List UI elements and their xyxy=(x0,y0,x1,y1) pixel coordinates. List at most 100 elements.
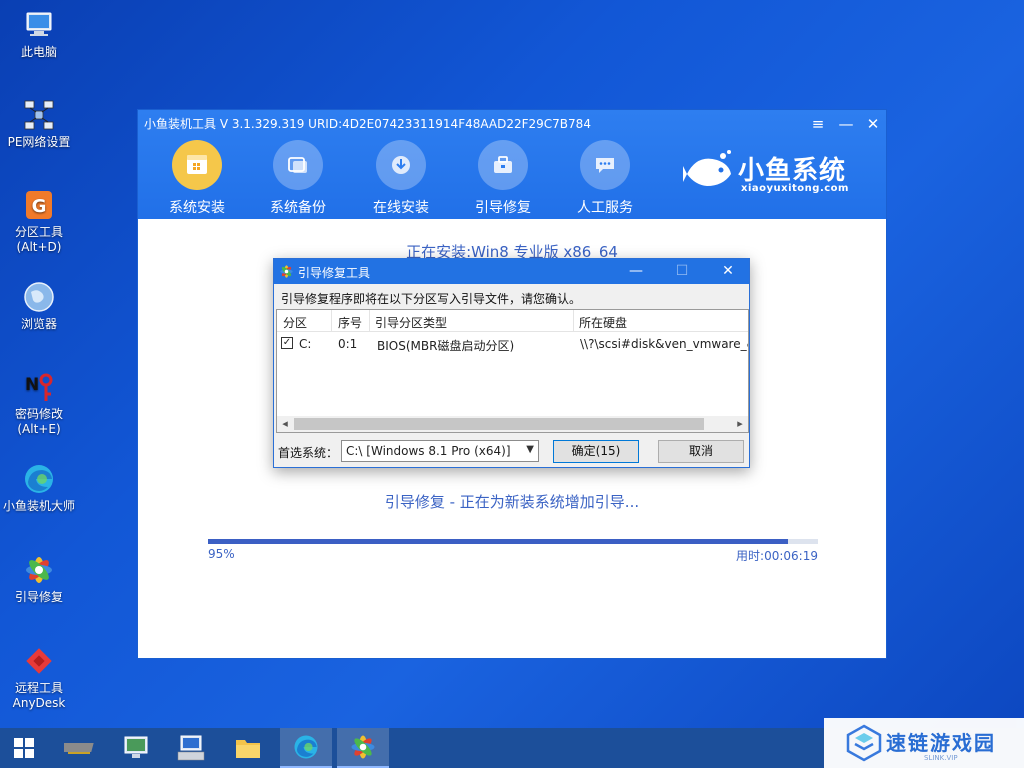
nav-human-service[interactable]: 人工服务 xyxy=(555,140,655,217)
desktop-icon-password[interactable]: N 密码修改 (Alt+E) xyxy=(0,370,78,437)
folder-icon xyxy=(236,740,260,758)
watermark: 速链游戏园 SLINK.VIP xyxy=(824,718,1024,768)
confirm-button[interactable]: 确定(15) xyxy=(553,440,639,463)
minimize-button[interactable]: — xyxy=(834,113,858,135)
cancel-button[interactable]: 取消 xyxy=(658,440,744,463)
nav-label: 在线安装 xyxy=(373,200,429,216)
column-header-type[interactable]: 引导分区类型 xyxy=(375,314,447,331)
nav-boot-repair[interactable]: 引导修复 xyxy=(453,140,553,217)
select-value: C:\ [Windows 8.1 Pro (x64)] xyxy=(346,444,511,458)
svg-text:G: G xyxy=(32,196,47,217)
svg-text:N: N xyxy=(25,375,39,395)
nav-label: 系统备份 xyxy=(270,200,326,216)
column-header-index[interactable]: 序号 xyxy=(338,314,362,331)
scrollbar-thumb[interactable] xyxy=(294,418,704,430)
taskbar-item-memory[interactable] xyxy=(54,728,106,768)
elapsed-time: 用时:00:06:19 xyxy=(736,549,818,563)
scroll-left-icon[interactable]: ◂ xyxy=(277,416,293,432)
fish-logo-icon xyxy=(683,150,731,186)
cell-type: BIOS(MBR磁盘启动分区) xyxy=(377,339,515,353)
watermark-logo-icon xyxy=(846,724,882,762)
toolbox-icon xyxy=(478,140,528,190)
window-title: 小鱼装机工具 V 3.1.329.319 URID:4D2E0742331191… xyxy=(144,117,591,131)
anydesk-icon xyxy=(26,648,52,674)
nav-label: 引导修复 xyxy=(475,200,531,216)
edge-icon xyxy=(25,465,53,493)
boot-repair-icon xyxy=(280,265,293,278)
taskbar-item-edge[interactable] xyxy=(280,728,332,768)
taskbar-item-explorer[interactable] xyxy=(222,728,274,768)
windows-icon xyxy=(14,738,34,758)
brand-subtitle: xiaoyuxitong.com xyxy=(741,183,849,194)
nav-label: 系统安装 xyxy=(169,200,225,216)
boot-repair-icon xyxy=(351,735,375,759)
dialog-message: 引导修复程序即将在以下分区写入引导文件，请您确认。 xyxy=(281,292,582,306)
edge-icon xyxy=(294,735,318,759)
desktop-icon-sublabel: (Alt+D) xyxy=(16,240,62,254)
desktop-icon-label: 密码修改 xyxy=(14,407,63,421)
network-icon xyxy=(24,100,54,130)
desktop-icon-browser[interactable]: 浏览器 xyxy=(0,280,78,332)
desktop-icon-label: 远程工具 xyxy=(14,681,63,695)
desktop-icon-xiaoyu-master[interactable]: 小鱼装机大师 xyxy=(0,462,78,514)
progress-bar xyxy=(208,539,818,544)
partition-list[interactable]: 分区 序号 引导分区类型 所在硬盘 ✓ C: 0:1 BIOS(MBR磁盘启动分… xyxy=(276,309,749,433)
nav-online-install[interactable]: 在线安装 xyxy=(351,140,451,217)
dialog-titlebar: 引导修复工具 — ☐ ✕ xyxy=(274,259,749,284)
watermark-text: 速链游戏园 xyxy=(886,731,996,755)
table-row[interactable]: ✓ C: 0:1 BIOS(MBR磁盘启动分区) \\?\scsi#disk&v… xyxy=(277,334,748,354)
taskbar-item-keyboard[interactable] xyxy=(165,728,217,768)
desktop-icon-boot-repair[interactable]: 引导修复 xyxy=(0,553,78,605)
scroll-right-icon[interactable]: ▸ xyxy=(732,416,748,432)
column-header-disk[interactable]: 所在硬盘 xyxy=(579,314,627,331)
brand-title: 小鱼系统 xyxy=(738,156,847,186)
dialog-minimize-button[interactable]: — xyxy=(613,259,659,284)
browser-icon xyxy=(24,282,54,312)
nav-system-backup[interactable]: 系统备份 xyxy=(248,140,348,217)
dialog-maximize-button[interactable]: ☐ xyxy=(659,259,705,284)
progress-percent: 95% xyxy=(208,547,235,561)
cell-partition: C: xyxy=(299,337,312,351)
password-icon: N xyxy=(25,373,53,401)
column-header-partition[interactable]: 分区 xyxy=(283,314,307,331)
list-header: 分区 序号 引导分区类型 所在硬盘 xyxy=(277,310,748,332)
taskbar-item-computer[interactable] xyxy=(110,728,162,768)
preferred-system-label: 首选系统： xyxy=(278,446,339,460)
installer-header: 小鱼装机工具 V 3.1.329.319 URID:4D2E0742331191… xyxy=(138,110,886,219)
horizontal-scrollbar[interactable]: ◂ ▸ xyxy=(277,416,748,432)
computer-icon xyxy=(26,12,52,36)
keyboard-monitor-icon xyxy=(177,735,205,761)
nav-label: 人工服务 xyxy=(577,200,633,216)
backup-icon xyxy=(273,140,323,190)
download-icon xyxy=(376,140,426,190)
desktop-icon-partition-tool[interactable]: G 分区工具 (Alt+D) xyxy=(0,188,78,255)
preferred-system-select[interactable]: C:\ [Windows 8.1 Pro (x64)] ▼ xyxy=(341,440,539,462)
desktop-icon-sublabel: AnyDesk xyxy=(12,696,66,710)
desktop-icon-label: 此电脑 xyxy=(20,45,57,59)
dialog-title: 引导修复工具 xyxy=(298,266,371,280)
chat-icon xyxy=(580,140,630,190)
taskbar-item-boot-repair[interactable] xyxy=(337,728,389,768)
boot-repair-dialog: 引导修复工具 — ☐ ✕ 引导修复程序即将在以下分区写入引导文件，请您确认。 分… xyxy=(273,258,750,468)
desktop-icon-label: 小鱼装机大师 xyxy=(2,499,75,513)
desktop-icon-label: 浏览器 xyxy=(20,317,57,331)
nav-system-install[interactable]: 系统安装 xyxy=(147,140,247,217)
partition-icon: G xyxy=(26,191,52,219)
memory-chip-icon xyxy=(64,743,94,754)
desktop-icon-anydesk[interactable]: 远程工具 AnyDesk xyxy=(0,644,78,711)
start-button[interactable] xyxy=(0,728,48,768)
menu-button[interactable]: ≡ xyxy=(806,113,830,135)
partition-checkbox[interactable]: ✓ xyxy=(281,337,293,349)
desktop-icon-label: 引导修复 xyxy=(14,590,63,604)
monitor-icon xyxy=(124,736,148,758)
cell-disk: \\?\scsi#disk&ven_vmware_& xyxy=(580,337,748,351)
close-button[interactable]: ✕ xyxy=(861,113,885,135)
install-icon xyxy=(172,140,222,190)
desktop-icon-pe-network[interactable]: PE网络设置 xyxy=(0,98,78,150)
cell-index: 0:1 xyxy=(338,337,358,351)
boot-repair-icon xyxy=(26,557,52,583)
dialog-close-button[interactable]: ✕ xyxy=(705,259,751,284)
watermark-subtext: SLINK.VIP xyxy=(924,754,958,762)
desktop-icon-computer[interactable]: 此电脑 xyxy=(0,8,78,60)
desktop-icon-label: PE网络设置 xyxy=(7,135,71,149)
